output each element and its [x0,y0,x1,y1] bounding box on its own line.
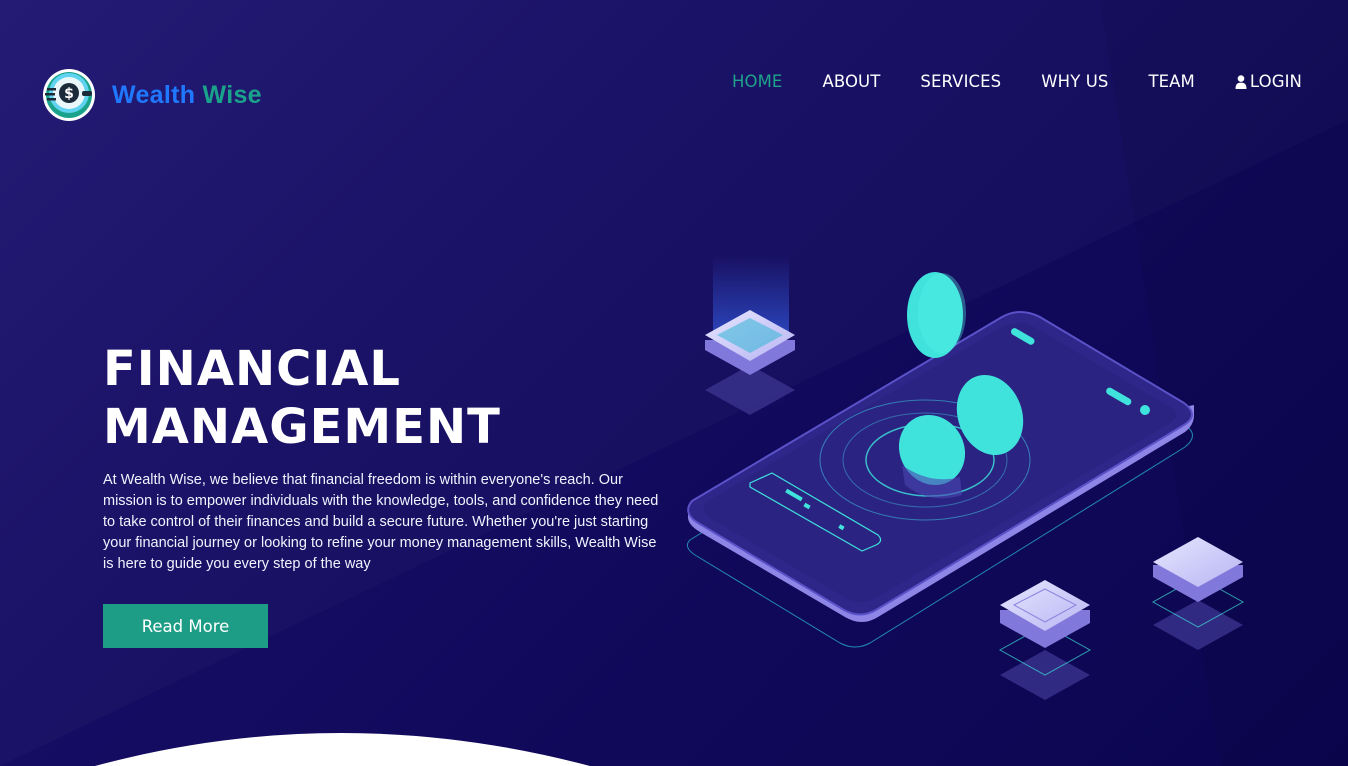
site-header: $ Wealth Wise HOME ABOUT SERVICES WHY US… [0,0,1348,180]
read-more-button[interactable]: Read More [103,604,268,648]
cube-r-shadow [1153,600,1243,650]
brand-logo[interactable]: $ Wealth Wise [42,68,262,122]
brand-name-part2: Wise [202,80,262,109]
brand-name: Wealth Wise [112,81,262,110]
nav-item-login[interactable]: LOGIN [1235,72,1302,91]
svg-text:$: $ [64,86,74,102]
nav-item-home[interactable]: HOME [732,72,782,91]
hero-title-line1: FINANCIAL [103,341,401,397]
phone-coins-illustration [686,255,1245,700]
nav-item-about[interactable]: ABOUT [822,72,880,91]
bottom-wave [95,733,590,766]
phone-camera [1140,405,1150,415]
main-nav: HOME ABOUT SERVICES WHY US TEAM LOGIN [692,72,1302,91]
coin-top-rim [918,273,966,353]
hero-title: FINANCIAL MANAGEMENT [103,340,501,456]
nav-item-team[interactable]: TEAM [1148,72,1194,91]
dollar-coin-icon: $ [43,69,95,121]
hero-description: At Wealth Wise, we believe that financia… [103,472,659,572]
login-label: LOGIN [1249,72,1302,91]
hero-title-line2: MANAGEMENT [103,399,501,455]
nav-item-why-us[interactable]: WHY US [1041,72,1108,91]
nav-item-services[interactable]: SERVICES [920,72,1001,91]
user-icon [1235,74,1247,89]
brand-name-part1: Wealth [112,80,196,109]
